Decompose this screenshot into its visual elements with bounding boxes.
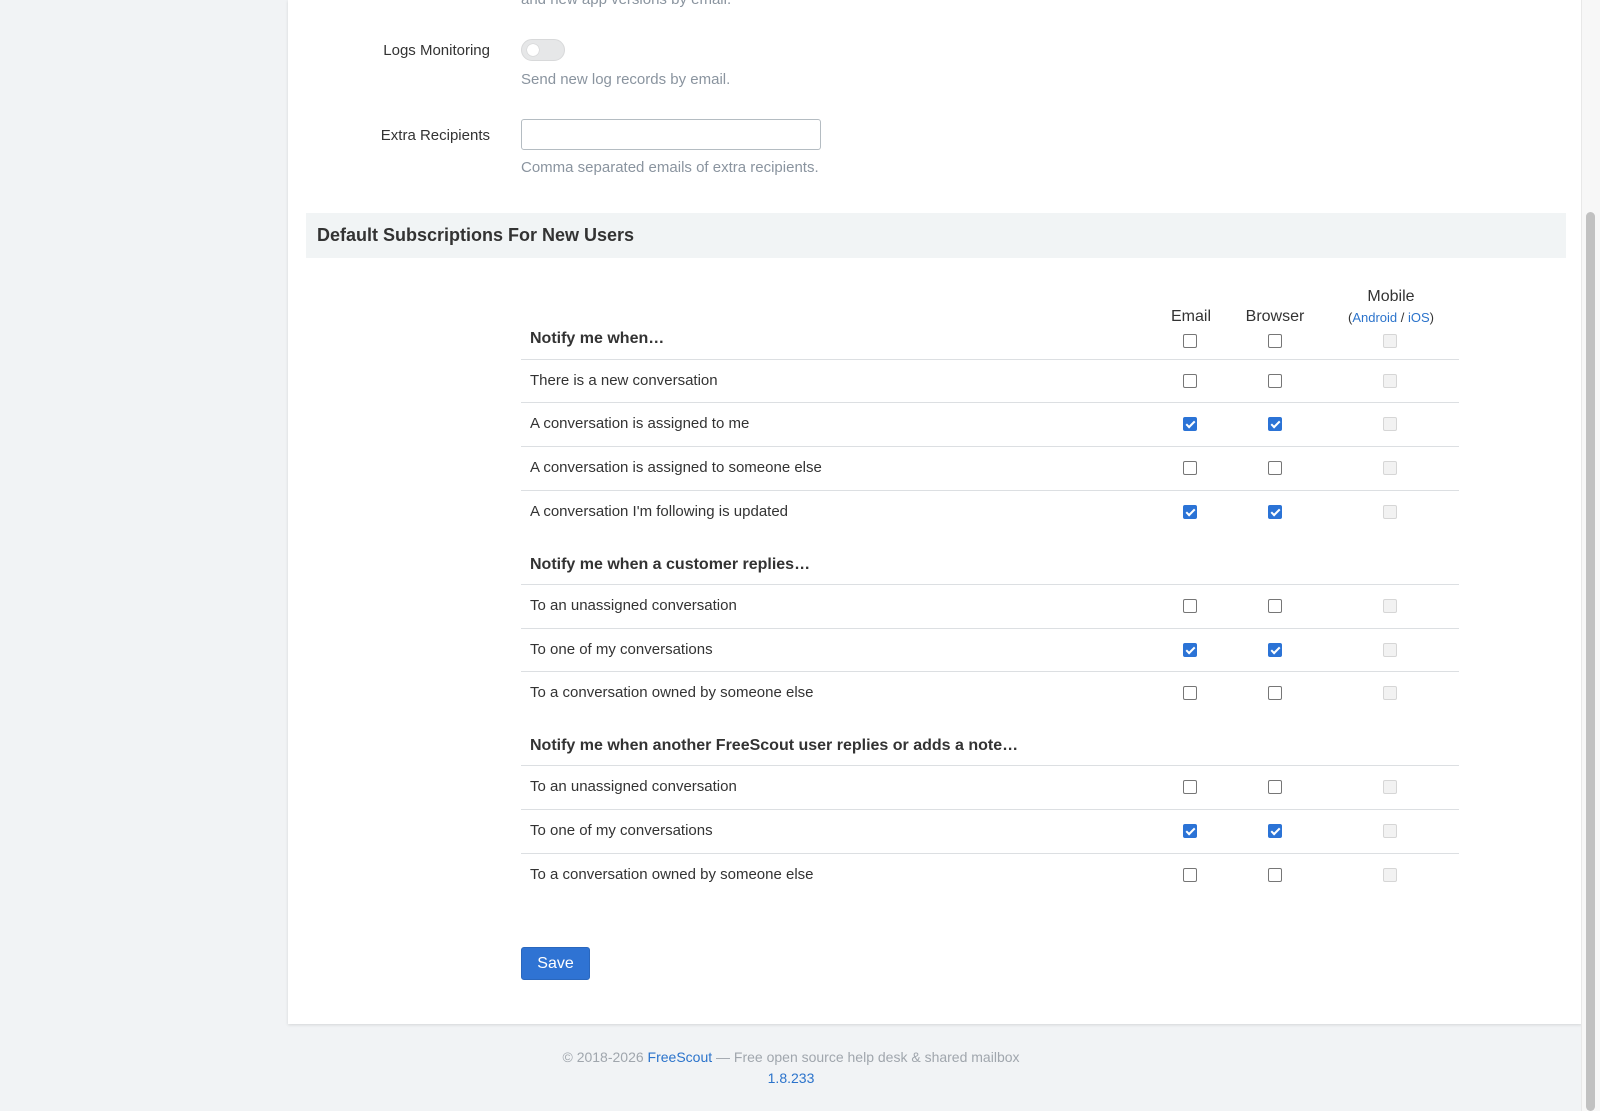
mobile-checkbox — [1383, 374, 1397, 388]
extra-recipients-help: Comma separated emails of extra recipien… — [521, 159, 819, 176]
mobile-checkbox — [1383, 780, 1397, 794]
row-label: To one of my conversations — [530, 822, 713, 839]
footer-copyright: © 2018-2026 FreeScout — Free open source… — [0, 1049, 1582, 1065]
table-row: A conversation is assigned to me — [521, 402, 1459, 446]
email-checkbox[interactable] — [1183, 868, 1197, 882]
footer-tagline: — Free open source help desk & shared ma… — [712, 1049, 1020, 1065]
email-checkbox[interactable] — [1183, 599, 1197, 613]
email-checkbox[interactable] — [1183, 461, 1197, 475]
row-label: To a conversation owned by someone else — [530, 684, 814, 701]
extra-recipients-label: Extra Recipients — [380, 127, 490, 144]
mobile-checkbox — [1383, 599, 1397, 613]
table-row: To one of my conversations — [521, 628, 1459, 671]
group-all-email-checkbox[interactable] — [1183, 334, 1197, 348]
paren-close: ) — [1429, 310, 1434, 325]
table-row: A conversation is assigned to someone el… — [521, 446, 1459, 490]
scrollbar-thumb[interactable] — [1586, 212, 1595, 1111]
mobile-checkbox — [1383, 505, 1397, 519]
scrollbar-track[interactable] — [1581, 0, 1600, 1111]
mobile-platform-links: (Android / iOS) — [1345, 310, 1437, 325]
mobile-checkbox — [1383, 461, 1397, 475]
table-row: To one of my conversations — [521, 809, 1459, 853]
table-row: There is a new conversation — [521, 359, 1459, 402]
logs-monitoring-label: Logs Monitoring — [383, 42, 490, 59]
browser-checkbox[interactable] — [1268, 374, 1282, 388]
table-row: To an unassigned conversation — [521, 584, 1459, 628]
browser-checkbox[interactable] — [1268, 461, 1282, 475]
logs-monitoring-toggle[interactable] — [521, 39, 565, 61]
save-button[interactable]: Save — [521, 947, 590, 980]
email-checkbox[interactable] — [1183, 824, 1197, 838]
row-label: A conversation is assigned to me — [530, 415, 750, 432]
row-label: To one of my conversations — [530, 641, 713, 658]
toggle-knob — [527, 44, 539, 56]
email-checkbox[interactable] — [1183, 780, 1197, 794]
browser-checkbox[interactable] — [1268, 417, 1282, 431]
row-label: There is a new conversation — [530, 372, 718, 389]
email-checkbox[interactable] — [1183, 417, 1197, 431]
mobile-checkbox — [1383, 643, 1397, 657]
logs-monitoring-help: Send new log records by email. — [521, 71, 731, 88]
android-link[interactable]: Android — [1352, 310, 1397, 325]
version-link[interactable]: 1.8.233 — [768, 1070, 815, 1086]
row-label: To an unassigned conversation — [530, 597, 737, 614]
mobile-checkbox — [1383, 686, 1397, 700]
email-checkbox[interactable] — [1183, 686, 1197, 700]
row-label: A conversation is assigned to someone el… — [530, 459, 822, 476]
browser-checkbox[interactable] — [1268, 505, 1282, 519]
extra-recipients-input[interactable] — [521, 119, 821, 150]
group-title: Notify me when… — [530, 330, 665, 347]
column-header-browser: Browser — [1245, 308, 1305, 325]
group-title: Notify me when another FreeScout user re… — [530, 737, 1019, 754]
clipped-help-text: and new app versions by email. — [521, 0, 731, 8]
section-header: Default Subscriptions For New Users — [306, 213, 1566, 258]
row-label: To an unassigned conversation — [530, 778, 737, 795]
mobile-checkbox — [1383, 824, 1397, 838]
copyright-text: © 2018-2026 — [562, 1049, 648, 1065]
footer-version: 1.8.233 — [0, 1070, 1582, 1086]
browser-checkbox[interactable] — [1268, 780, 1282, 794]
table-row: A conversation I'm following is updated — [521, 490, 1459, 534]
row-label: To a conversation owned by someone else — [530, 866, 814, 883]
group-title: Notify me when a customer replies… — [530, 556, 811, 573]
browser-checkbox[interactable] — [1268, 824, 1282, 838]
table-row: To a conversation owned by someone else — [521, 853, 1459, 897]
freescout-link[interactable]: FreeScout — [648, 1049, 713, 1065]
browser-checkbox[interactable] — [1268, 868, 1282, 882]
browser-checkbox[interactable] — [1268, 643, 1282, 657]
ios-link[interactable]: iOS — [1408, 310, 1430, 325]
email-checkbox[interactable] — [1183, 374, 1197, 388]
email-checkbox[interactable] — [1183, 643, 1197, 657]
mobile-checkbox — [1383, 417, 1397, 431]
browser-checkbox[interactable] — [1268, 599, 1282, 613]
slash-separator: / — [1397, 310, 1408, 325]
browser-checkbox[interactable] — [1268, 686, 1282, 700]
mobile-checkbox — [1383, 868, 1397, 882]
table-row: To a conversation owned by someone else — [521, 671, 1459, 715]
row-label: A conversation I'm following is updated — [530, 503, 789, 520]
group-all-mobile-checkbox — [1383, 334, 1397, 348]
table-row: To an unassigned conversation — [521, 765, 1459, 809]
column-header-mobile: Mobile — [1367, 288, 1415, 305]
group-all-browser-checkbox[interactable] — [1268, 334, 1282, 348]
column-header-email: Email — [1171, 308, 1212, 325]
email-checkbox[interactable] — [1183, 505, 1197, 519]
